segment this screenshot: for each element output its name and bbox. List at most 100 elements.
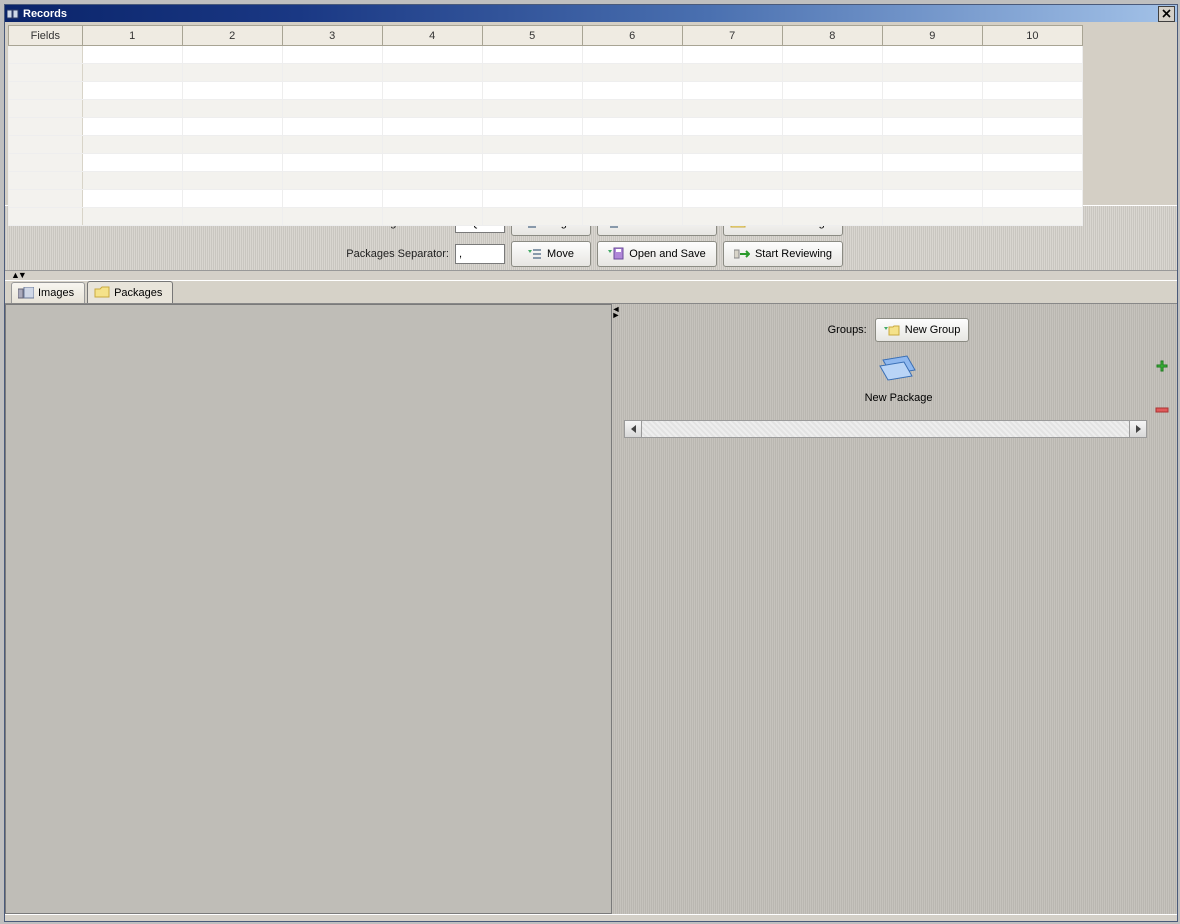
grid-cell[interactable]: [982, 172, 1082, 190]
grid-cell[interactable]: [82, 190, 182, 208]
grid-cell[interactable]: [182, 82, 282, 100]
records-grid[interactable]: Fields12345678910: [8, 25, 1083, 226]
vertical-splitter[interactable]: ◄ ►: [612, 304, 620, 914]
grid-cell[interactable]: [182, 100, 282, 118]
grid-cell[interactable]: [982, 190, 1082, 208]
add-package-button[interactable]: [1155, 360, 1169, 377]
grid-cell[interactable]: [982, 118, 1082, 136]
new-group-button[interactable]: New Group: [875, 318, 970, 342]
open-save-button[interactable]: Open and Save: [597, 241, 717, 267]
move-button[interactable]: Move: [511, 241, 591, 267]
package-item[interactable]: New Package: [849, 352, 949, 404]
grid-cell[interactable]: [882, 208, 982, 226]
grid-cell[interactable]: [382, 64, 482, 82]
grid-cell[interactable]: [582, 118, 682, 136]
grid-cell[interactable]: [82, 64, 182, 82]
grid-cell[interactable]: [82, 208, 182, 226]
packages-separator-input[interactable]: [455, 244, 505, 264]
grid-cell[interactable]: [982, 46, 1082, 64]
grid-cell[interactable]: [9, 208, 83, 226]
grid-cell[interactable]: [582, 64, 682, 82]
column-header[interactable]: 2: [182, 26, 282, 46]
tab-images[interactable]: Images: [11, 282, 85, 303]
grid-cell[interactable]: [782, 172, 882, 190]
scroll-left-button[interactable]: [625, 421, 642, 437]
grid-cell[interactable]: [82, 136, 182, 154]
grid-cell[interactable]: [482, 154, 582, 172]
grid-cell[interactable]: [82, 46, 182, 64]
grid-cell[interactable]: [9, 46, 83, 64]
grid-cell[interactable]: [782, 208, 882, 226]
grid-cell[interactable]: [282, 154, 382, 172]
grid-cell[interactable]: [9, 172, 83, 190]
column-header[interactable]: 8: [782, 26, 882, 46]
grid-cell[interactable]: [582, 46, 682, 64]
horizontal-scrollbar[interactable]: [624, 420, 1147, 438]
grid-cell[interactable]: [282, 100, 382, 118]
grid-cell[interactable]: [482, 100, 582, 118]
grid-cell[interactable]: [682, 118, 782, 136]
grid-cell[interactable]: [782, 118, 882, 136]
grid-cell[interactable]: [382, 190, 482, 208]
grid-cell[interactable]: [82, 154, 182, 172]
grid-cell[interactable]: [682, 172, 782, 190]
grid-cell[interactable]: [482, 46, 582, 64]
grid-cell[interactable]: [982, 136, 1082, 154]
grid-cell[interactable]: [482, 118, 582, 136]
grid-cell[interactable]: [882, 154, 982, 172]
grid-cell[interactable]: [82, 118, 182, 136]
grid-cell[interactable]: [482, 190, 582, 208]
grid-cell[interactable]: [282, 136, 382, 154]
grid-cell[interactable]: [282, 82, 382, 100]
grid-cell[interactable]: [182, 46, 282, 64]
grid-cell[interactable]: [482, 136, 582, 154]
grid-cell[interactable]: [782, 190, 882, 208]
grid-cell[interactable]: [682, 100, 782, 118]
column-header[interactable]: 7: [682, 26, 782, 46]
grid-cell[interactable]: [882, 46, 982, 64]
grid-cell[interactable]: [9, 136, 83, 154]
grid-cell[interactable]: [182, 208, 282, 226]
grid-cell[interactable]: [9, 82, 83, 100]
start-reviewing-button[interactable]: Start Reviewing: [723, 241, 843, 267]
grid-cell[interactable]: [82, 100, 182, 118]
grid-cell[interactable]: [382, 172, 482, 190]
grid-cell[interactable]: [882, 64, 982, 82]
grid-cell[interactable]: [982, 64, 1082, 82]
grid-cell[interactable]: [682, 136, 782, 154]
grid-cell[interactable]: [782, 136, 882, 154]
grid-cell[interactable]: [982, 208, 1082, 226]
grid-cell[interactable]: [282, 172, 382, 190]
grid-cell[interactable]: [582, 154, 682, 172]
grid-cell[interactable]: [582, 172, 682, 190]
grid-cell[interactable]: [882, 100, 982, 118]
grid-cell[interactable]: [382, 208, 482, 226]
column-header[interactable]: 4: [382, 26, 482, 46]
grid-cell[interactable]: [982, 100, 1082, 118]
column-header[interactable]: 5: [482, 26, 582, 46]
column-header[interactable]: 6: [582, 26, 682, 46]
grid-cell[interactable]: [982, 82, 1082, 100]
grid-cell[interactable]: [9, 154, 83, 172]
grid-cell[interactable]: [382, 46, 482, 64]
grid-cell[interactable]: [182, 64, 282, 82]
grid-cell[interactable]: [682, 64, 782, 82]
grid-cell[interactable]: [182, 154, 282, 172]
grid-cell[interactable]: [882, 172, 982, 190]
grid-cell[interactable]: [882, 82, 982, 100]
grid-cell[interactable]: [582, 136, 682, 154]
grid-cell[interactable]: [582, 82, 682, 100]
grid-cell[interactable]: [982, 154, 1082, 172]
grid-cell[interactable]: [682, 208, 782, 226]
grid-cell[interactable]: [882, 136, 982, 154]
grid-cell[interactable]: [282, 208, 382, 226]
grid-cell[interactable]: [682, 190, 782, 208]
column-header[interactable]: 10: [982, 26, 1082, 46]
grid-cell[interactable]: [82, 82, 182, 100]
grid-cell[interactable]: [282, 46, 382, 64]
grid-cell[interactable]: [282, 118, 382, 136]
grid-cell[interactable]: [382, 118, 482, 136]
grid-cell[interactable]: [182, 118, 282, 136]
grid-cell[interactable]: [382, 154, 482, 172]
grid-cell[interactable]: [782, 64, 882, 82]
